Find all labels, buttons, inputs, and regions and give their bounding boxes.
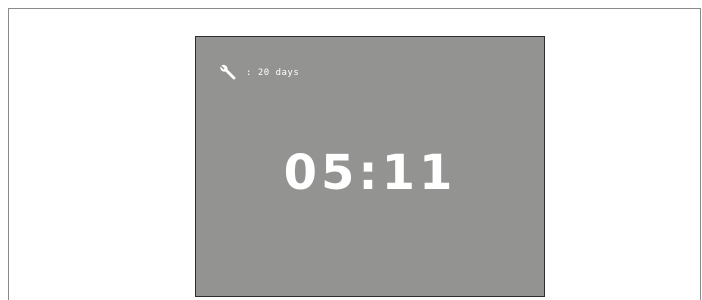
wrench-icon xyxy=(218,63,238,83)
time-display: 05:11 xyxy=(283,145,457,201)
maintenance-days-label: : 20 days xyxy=(246,68,300,78)
window-frame: : 20 days 05:11 xyxy=(8,8,701,300)
device-display: : 20 days 05:11 xyxy=(195,36,545,297)
maintenance-indicator: : 20 days xyxy=(218,63,299,83)
